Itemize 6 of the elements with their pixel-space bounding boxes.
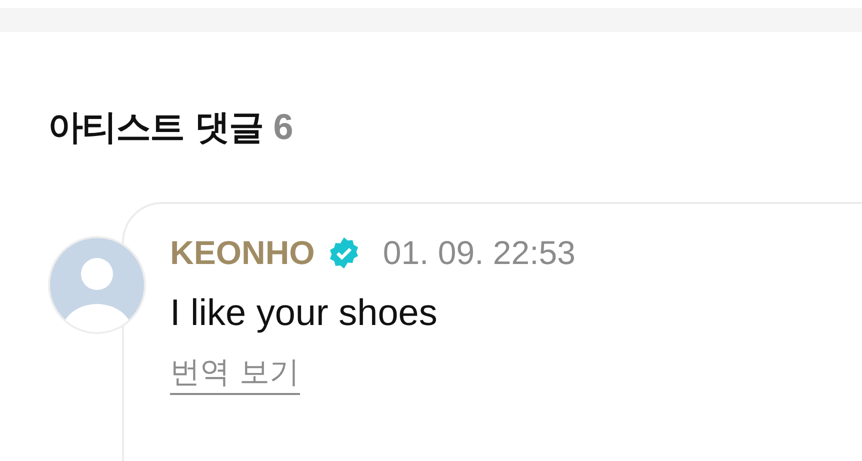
comment-time: 01. 09. 22:53 [382, 234, 576, 272]
author-name[interactable]: KEONHO [170, 234, 315, 272]
comment-count: 6 [273, 106, 294, 148]
comment-text: I like your shoes [170, 292, 438, 334]
section-title: 아티스트 댓글 [48, 107, 264, 150]
translate-link[interactable]: 번역 보기 [170, 352, 300, 395]
